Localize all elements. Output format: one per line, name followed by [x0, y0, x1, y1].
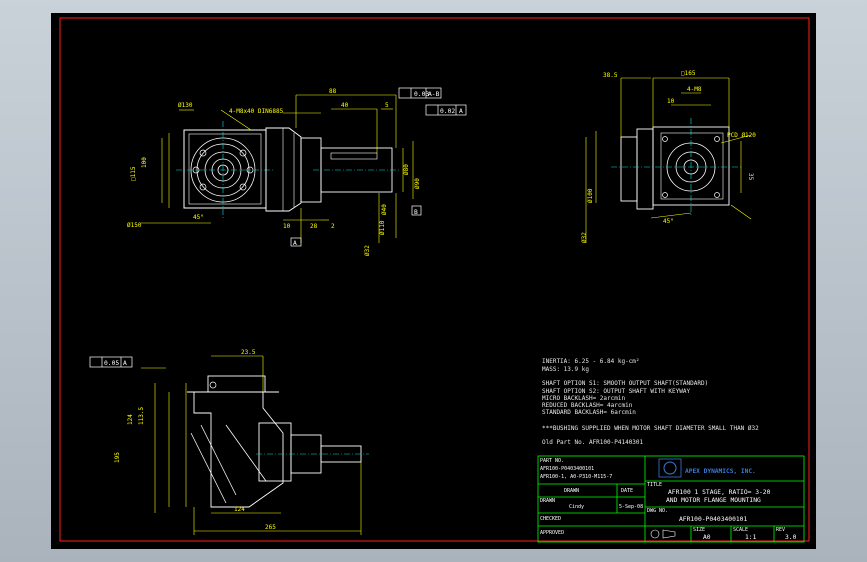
fc-bottom-value: 0.05: [104, 360, 119, 367]
drawn-label-top: DRAWN: [564, 488, 579, 494]
drawing-viewport[interactable]: Ø130 4-M8x40 DIN6885 88 40 5 □115 100 Ø1…: [51, 13, 816, 549]
note-reduced-backlash: REDUCED BACKLASH= 4arcmin: [542, 402, 633, 409]
dim-bottom-235: 23.5: [241, 349, 256, 356]
title-line1: AFR100 1 STAGE, RATIO= 3-20: [668, 489, 771, 496]
dim-pilot-90: Ø90: [414, 178, 421, 189]
rev-value: 3.0: [785, 534, 797, 541]
cad-drawing: Ø130 4-M8x40 DIN6885 88 40 5 □115 100 Ø1…: [59, 17, 810, 543]
dim-bottom-265: 265: [265, 524, 276, 531]
side-view: 38.5 □165 4-M8 10 PCD Ø120 Ø100 Ø32 45° …: [581, 70, 756, 243]
checked-label: CHECKED: [540, 516, 561, 522]
dim-bottom-124-h: 124: [234, 506, 245, 513]
company-name: APEX DYNAMICS, INC.: [685, 468, 756, 475]
note-mass: MASS: 13.9 kg: [542, 366, 589, 373]
dim-bore-32: Ø32: [364, 245, 371, 256]
dim-pcd-150: Ø150: [127, 222, 142, 229]
dim-len-10: 10: [283, 223, 291, 230]
dim-side-bore-32: Ø32: [581, 232, 588, 243]
notes: INERTIA: 6.25 - 6.84 kg-cm² MASS: 13.9 k…: [542, 358, 759, 446]
dim-len-88: 88: [329, 88, 337, 95]
dim-flange-110: Ø110: [379, 220, 386, 235]
date-label: DATE: [621, 488, 633, 494]
dim-side-pcd: PCD Ø120: [727, 132, 756, 139]
fc-bottom-datum: A: [123, 360, 127, 367]
drawn-label: DRAWN: [540, 498, 555, 504]
dim-shaft-40: Ø40: [381, 204, 388, 215]
title-label: TITLE: [647, 482, 662, 488]
dim-bottom-124-v: 124: [127, 414, 134, 425]
rev-label: REV: [776, 527, 785, 533]
fc2-value: 0.02: [440, 108, 455, 115]
company-logo-icon: [663, 461, 677, 475]
part-no-line1: AFR100-P0403400101: [540, 466, 594, 472]
fc2-datum: A: [459, 108, 463, 115]
note-shaft-s2: SHAFT OPTION S2: OUTPUT SHAFT WITH KEYWA…: [542, 388, 690, 395]
note-standard-backlash: STANDARD BACKLASH= 6arcmin: [542, 409, 636, 416]
dim-len-100: 100: [141, 157, 148, 168]
dim-len-28: 28: [310, 223, 318, 230]
note-shaft-s1: SHAFT OPTION S1: SMOOTH OUTPUT SHAFT(STA…: [542, 380, 708, 387]
dim-angle-45: 45°: [193, 214, 204, 221]
dim-len-2: 2: [331, 223, 335, 230]
datum-a: A: [293, 240, 297, 247]
note-micro-backlash: MICRO BACKLASH= 2arcmin: [542, 395, 625, 402]
part-no-line2: AFR100-1, A0-P310-M115-7: [540, 474, 612, 480]
dim-bottom-195: 195: [114, 452, 121, 463]
projection-symbol-icon: [650, 529, 660, 539]
size-label: SIZE: [693, 527, 705, 533]
dim-len-40: 40: [341, 102, 349, 109]
dim-side-len-10: 10: [667, 98, 675, 105]
dim-bottom-1135: 113.5: [138, 407, 145, 425]
dwg-label: DWG NO.: [647, 508, 668, 514]
scale-value: 1:1: [745, 534, 757, 541]
note-old-part: Old Part No. AFR100-P4140301: [542, 439, 644, 446]
fc1-datum: A-B: [428, 91, 440, 98]
note-bushing: ***BUSHING SUPPLIED WHEN MOTOR SHAFT DIA…: [542, 425, 759, 432]
dim-len-5: 5: [385, 102, 389, 109]
title-line2: AND MOTOR FLANGE MOUNTING: [666, 497, 761, 504]
dim-side-square-165: □165: [681, 70, 696, 77]
dim-side-bore-100: Ø100: [587, 188, 594, 203]
front-view: Ø130 4-M8x40 DIN6885 88 40 5 □115 100 Ø1…: [127, 87, 467, 256]
dim-side-keys: 4-M8: [687, 86, 702, 93]
note-inertia: INERTIA: 6.25 - 6.84 kg-cm²: [542, 358, 640, 365]
dim-square-115: □115: [130, 166, 137, 181]
dim-side-angle-45: 45°: [663, 218, 674, 225]
dim-bolt-circle: Ø130: [178, 102, 193, 109]
drawn-date: 5-Sep-08: [619, 504, 643, 510]
dim-side-len-385: 38.5: [603, 72, 618, 79]
scale-label: SCALE: [733, 527, 748, 533]
datum-b: B: [414, 209, 418, 216]
label-part-no: PART NO.: [540, 458, 564, 464]
bottom-view: 0.05 A 23.5 124 113.5 195 124 265: [89, 349, 369, 535]
dim-shaft-80: Ø80: [403, 164, 410, 175]
drawn-by: Cindy: [569, 504, 584, 510]
dwg-no: AFR100-P0403400101: [679, 516, 747, 523]
dim-tap: 4-M8x40 DIN6885: [229, 108, 284, 115]
size-value: A0: [703, 534, 711, 541]
approved-label: APPROVED: [540, 530, 564, 536]
dim-side-len-35: 35: [747, 173, 754, 181]
